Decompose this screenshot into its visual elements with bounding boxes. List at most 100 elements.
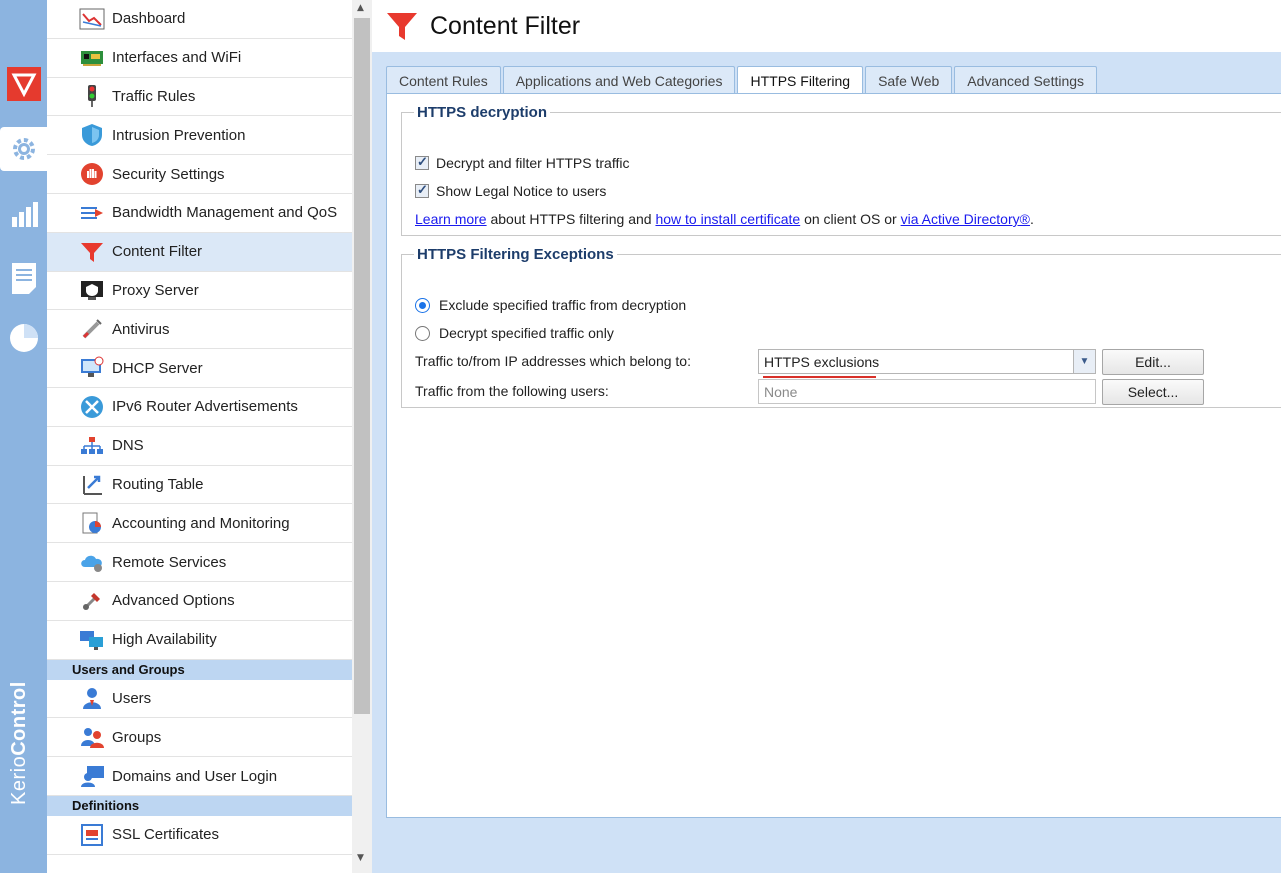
sidebar-item-label: SSL Certificates bbox=[112, 826, 219, 844]
cloud-icon bbox=[78, 549, 106, 575]
sidebar-item-label: Advanced Options bbox=[112, 592, 235, 610]
help-text-2: on client OS or bbox=[800, 211, 901, 227]
help-text-1: about HTTPS filtering and bbox=[486, 211, 656, 227]
sidebar-item-label: Remote Services bbox=[112, 553, 227, 571]
funnel-icon bbox=[78, 239, 106, 265]
edit-button[interactable]: Edit... bbox=[1102, 349, 1204, 375]
sidebar-item-traffic-rules[interactable]: Traffic Rules bbox=[47, 78, 352, 117]
sidebar-item-high-availability[interactable]: High Availability bbox=[47, 621, 352, 660]
shield-icon[interactable] bbox=[0, 62, 47, 106]
sidebar-item-domains-and-user-login[interactable]: Domains and User Login bbox=[47, 757, 352, 796]
sidebar-item-accounting-and-monitoring[interactable]: Accounting and Monitoring bbox=[47, 504, 352, 544]
decrypt-only-radio-label: Decrypt specified traffic only bbox=[439, 325, 614, 341]
traffic-light-icon bbox=[78, 83, 106, 109]
sidebar-scrollbar[interactable]: ▲ ▼ bbox=[352, 0, 372, 873]
main-content: Content Filter Content Rules Application… bbox=[372, 0, 1281, 873]
ip-group-value: HTTPS exclusions bbox=[764, 353, 880, 370]
tools-icon bbox=[78, 588, 106, 614]
dashboard-icon bbox=[78, 6, 106, 32]
funnel-icon bbox=[387, 13, 417, 40]
sidebar-item-advanced-options[interactable]: Advanced Options bbox=[47, 582, 352, 621]
decrypt-only-radio-row[interactable]: Decrypt specified traffic only bbox=[415, 325, 614, 341]
log-icon[interactable] bbox=[0, 256, 47, 300]
help-text-3: . bbox=[1029, 211, 1034, 227]
bar-chart-icon[interactable] bbox=[0, 192, 47, 236]
scrollbar-thumb[interactable] bbox=[354, 18, 370, 714]
sidebar-item-label: DNS bbox=[112, 437, 144, 455]
select-button[interactable]: Select... bbox=[1102, 379, 1204, 405]
sidebar-item-label: Users bbox=[112, 689, 152, 707]
section-users-and-groups: Users and Groups bbox=[47, 659, 352, 680]
ipv6-icon bbox=[78, 394, 106, 420]
sidebar-item-routing-table[interactable]: Routing Table bbox=[47, 466, 352, 505]
app-rail: KerioControl bbox=[0, 0, 47, 873]
ip-group-select[interactable]: HTTPS exclusions ▼ bbox=[758, 349, 1096, 378]
bandwidth-icon bbox=[78, 200, 106, 226]
https-decryption-group: HTTPS decryption Decrypt and filter HTTP… bbox=[401, 104, 1281, 236]
sidebar-item-ssl-certificates[interactable]: SSL Certificates bbox=[47, 816, 352, 855]
proxy-icon bbox=[78, 277, 106, 303]
gear-icon[interactable] bbox=[0, 127, 47, 171]
legal-notice-checkbox[interactable] bbox=[415, 182, 429, 198]
sidebar-item-security-settings[interactable]: Security Settings bbox=[47, 155, 352, 194]
sidebar-item-label: High Availability bbox=[112, 631, 217, 649]
sidebar-item-remote-services[interactable]: Remote Services bbox=[47, 543, 352, 582]
tab-bar: Content Rules Applications and Web Categ… bbox=[386, 66, 1099, 95]
section-definitions: Definitions bbox=[47, 795, 352, 816]
sidebar-item-label: Groups bbox=[112, 728, 162, 746]
sidebar-item-ipv6-router-advertisements[interactable]: IPv6 Router Advertisements bbox=[47, 388, 352, 427]
sidebar-item-label: Bandwidth Management and QoS bbox=[112, 204, 338, 222]
domain-user-icon bbox=[78, 763, 106, 789]
legal-notice-label: Show Legal Notice to users bbox=[436, 183, 607, 199]
chevron-down-icon[interactable]: ▼ bbox=[1073, 350, 1095, 373]
sidebar-item-intrusion-prevention[interactable]: Intrusion Prevention bbox=[47, 116, 352, 156]
exclude-radio-label: Exclude specified traffic from decryptio… bbox=[439, 297, 687, 313]
hand-stop-icon bbox=[78, 161, 106, 187]
sidebar-item-label: IPv6 Router Advertisements bbox=[112, 398, 298, 416]
sidebar-item-bandwidth-management-and-qos[interactable]: Bandwidth Management and QoS bbox=[47, 194, 352, 233]
brand-logo: KerioControl bbox=[8, 681, 30, 805]
sidebar-item-antivirus[interactable]: Antivirus bbox=[47, 310, 352, 350]
sidebar-item-dashboard[interactable]: Dashboard bbox=[47, 0, 352, 39]
install-certificate-link[interactable]: how to install certificate bbox=[655, 211, 800, 227]
sidebar-nav: Dashboard Interfaces and WiFi Traffic Rule… bbox=[47, 0, 352, 873]
active-directory-link[interactable]: via Active Directory® bbox=[901, 211, 1030, 227]
learn-more-link[interactable]: Learn more bbox=[415, 211, 487, 227]
tab-content-rules[interactable]: Content Rules bbox=[386, 66, 501, 94]
exclude-radio[interactable] bbox=[415, 297, 430, 313]
group-icon bbox=[78, 724, 106, 750]
sidebar-item-label: Dashboard bbox=[112, 10, 186, 28]
sidebar-item-groups[interactable]: Groups bbox=[47, 718, 352, 758]
accounting-icon bbox=[78, 510, 106, 536]
users-field[interactable]: None bbox=[758, 379, 1096, 404]
sidebar-item-label: Traffic Rules bbox=[112, 87, 196, 105]
decrypt-filter-checkbox[interactable] bbox=[415, 154, 429, 170]
routing-icon bbox=[78, 471, 106, 497]
sidebar-item-interfaces-and-wifi[interactable]: Interfaces and WiFi bbox=[47, 39, 352, 78]
dns-tree-icon bbox=[78, 433, 106, 459]
scroll-down-icon[interactable]: ▼ bbox=[357, 853, 364, 863]
sidebar-item-users[interactable]: Users bbox=[47, 680, 352, 719]
sidebar-item-proxy-server[interactable]: Proxy Server bbox=[47, 272, 352, 311]
https-decryption-legend: HTTPS decryption bbox=[417, 104, 548, 121]
legal-notice-checkbox-row[interactable]: Show Legal Notice to users bbox=[415, 182, 607, 199]
sidebar-item-dhcp-server[interactable]: DHCP Server bbox=[47, 349, 352, 388]
tab-safe-web[interactable]: Safe Web bbox=[865, 66, 953, 94]
network-card-icon bbox=[78, 45, 106, 71]
decrypt-only-radio[interactable] bbox=[415, 325, 430, 341]
sidebar-item-content-filter[interactable]: Content Filter bbox=[47, 232, 352, 272]
page-header: Content Filter bbox=[372, 0, 1281, 52]
sidebar-item-dns[interactable]: DNS bbox=[47, 427, 352, 466]
monitors-icon bbox=[78, 627, 106, 653]
page-title: Content Filter bbox=[430, 11, 581, 40]
tab-applications-web-categories[interactable]: Applications and Web Categories bbox=[502, 66, 736, 94]
sidebar-item-label: Proxy Server bbox=[112, 281, 199, 299]
https-exceptions-legend: HTTPS Filtering Exceptions bbox=[417, 246, 614, 263]
sidebar-item-label: Domains and User Login bbox=[112, 767, 278, 785]
pie-icon[interactable] bbox=[0, 316, 47, 360]
tab-https-filtering[interactable]: HTTPS Filtering bbox=[737, 66, 864, 95]
decrypt-filter-checkbox-row[interactable]: Decrypt and filter HTTPS traffic bbox=[415, 154, 629, 171]
exclude-radio-row[interactable]: Exclude specified traffic from decryptio… bbox=[415, 297, 686, 313]
scroll-up-icon[interactable]: ▲ bbox=[357, 3, 364, 13]
tab-advanced-settings[interactable]: Advanced Settings bbox=[954, 66, 1098, 94]
